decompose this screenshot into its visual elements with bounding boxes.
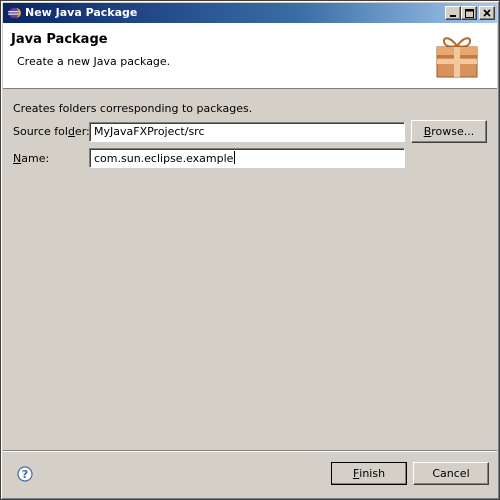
source-folder-input[interactable]: MyJavaFXProject/src	[89, 122, 405, 142]
eclipse-icon	[7, 6, 21, 20]
maximize-icon	[464, 8, 474, 18]
svg-text:?: ?	[22, 468, 28, 481]
dialog-window: New Java Package Java Package Create a n…	[0, 0, 500, 500]
title-bar[interactable]: New Java Package	[3, 3, 497, 23]
wizard-content: Creates folders corresponding to package…	[3, 90, 497, 450]
wizard-page-description: Create a new Java package.	[17, 55, 171, 68]
wizard-banner: Java Package Create a new Java package.	[3, 23, 497, 89]
minimize-button[interactable]	[445, 6, 461, 20]
browse-button[interactable]: Browse...	[411, 120, 487, 143]
close-button[interactable]	[479, 6, 495, 20]
form-description: Creates folders corresponding to package…	[13, 102, 253, 115]
finish-button[interactable]: Finish	[331, 462, 407, 485]
minimize-icon	[450, 15, 456, 17]
help-icon[interactable]: ?	[17, 466, 33, 482]
maximize-button[interactable]	[461, 6, 477, 20]
text-cursor	[234, 151, 236, 164]
wizard-page-title: Java Package	[11, 32, 108, 47]
name-label: Name:	[13, 152, 50, 165]
source-folder-label: Source folder:	[13, 125, 90, 138]
close-icon	[483, 9, 491, 17]
name-input[interactable]: com.sun.eclipse.example	[89, 148, 405, 168]
window-title: New Java Package	[25, 6, 138, 19]
footer-separator	[3, 450, 497, 452]
cancel-button[interactable]: Cancel	[413, 462, 489, 485]
package-box-icon	[436, 37, 478, 78]
